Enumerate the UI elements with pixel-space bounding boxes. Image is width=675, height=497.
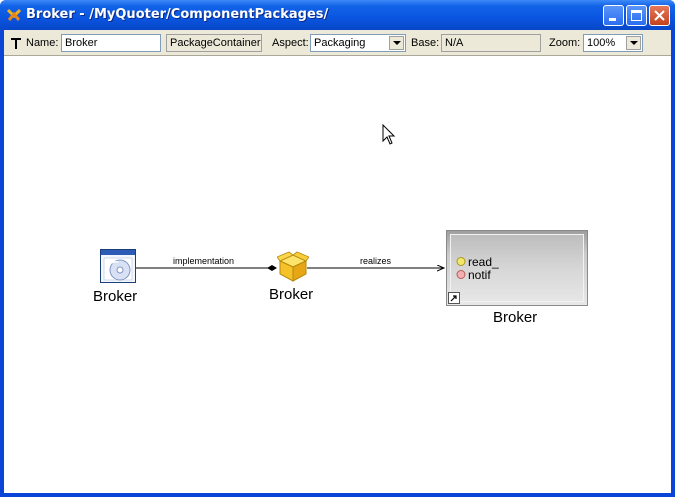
aspect-select[interactable]: Packaging: [310, 34, 406, 52]
base-field: N/A: [441, 34, 541, 52]
component-implementation-icon: [100, 249, 136, 283]
close-icon: [654, 10, 665, 21]
minimize-icon: [609, 18, 616, 21]
realizes-edge-label: realizes: [360, 256, 392, 266]
name-label: Name:: [26, 37, 59, 49]
kind-field: PackageContainer: [166, 34, 262, 52]
component-node[interactable]: read_ notif: [446, 230, 588, 306]
gme-app-icon[interactable]: [6, 7, 22, 23]
title-bar[interactable]: Broker - /MyQuoter/ComponentPackages/: [0, 0, 675, 30]
chevron-down-icon[interactable]: [626, 36, 641, 50]
package-node-label: Broker: [269, 286, 314, 303]
component-node-label: Broker: [493, 309, 538, 326]
package-box-icon: [276, 251, 310, 282]
aspect-select-value: Packaging: [314, 37, 366, 49]
implementation-node[interactable]: [100, 249, 136, 283]
minimize-button[interactable]: [603, 5, 624, 26]
diagram-canvas[interactable]: implementation realizes Broker Broker re…: [4, 56, 671, 493]
maximize-icon: [631, 10, 642, 21]
base-label: Base:: [411, 37, 440, 49]
app-window: Broker - /MyQuoter/ComponentPackages/ Na…: [0, 0, 675, 497]
port-notif-icon: [456, 270, 466, 279]
zoom-select[interactable]: 100%: [583, 34, 643, 52]
aspect-label: Aspect:: [272, 37, 309, 49]
mouse-pointer-icon: [382, 124, 396, 145]
chevron-down-icon[interactable]: [389, 36, 404, 50]
package-node[interactable]: [276, 251, 310, 283]
name-input[interactable]: Broker: [61, 34, 161, 52]
zoom-select-value: 100%: [587, 37, 616, 49]
implementation-node-label: Broker: [93, 288, 138, 305]
text-tool-icon[interactable]: [10, 36, 22, 50]
port-label[interactable]: read_: [468, 255, 499, 269]
window-title: Broker - /MyQuoter/ComponentPackages/: [26, 7, 329, 22]
port-label[interactable]: notif: [468, 268, 491, 282]
close-button[interactable]: [649, 5, 670, 26]
shortcut-arrow-icon: [448, 292, 460, 304]
model-toolbar: Name: Broker PackageContainer Aspect: Pa…: [4, 30, 671, 56]
zoom-label: Zoom:: [549, 37, 581, 49]
port-read-icon: [456, 257, 466, 266]
maximize-button[interactable]: [626, 5, 647, 26]
implementation-edge-label: implementation: [173, 256, 235, 266]
